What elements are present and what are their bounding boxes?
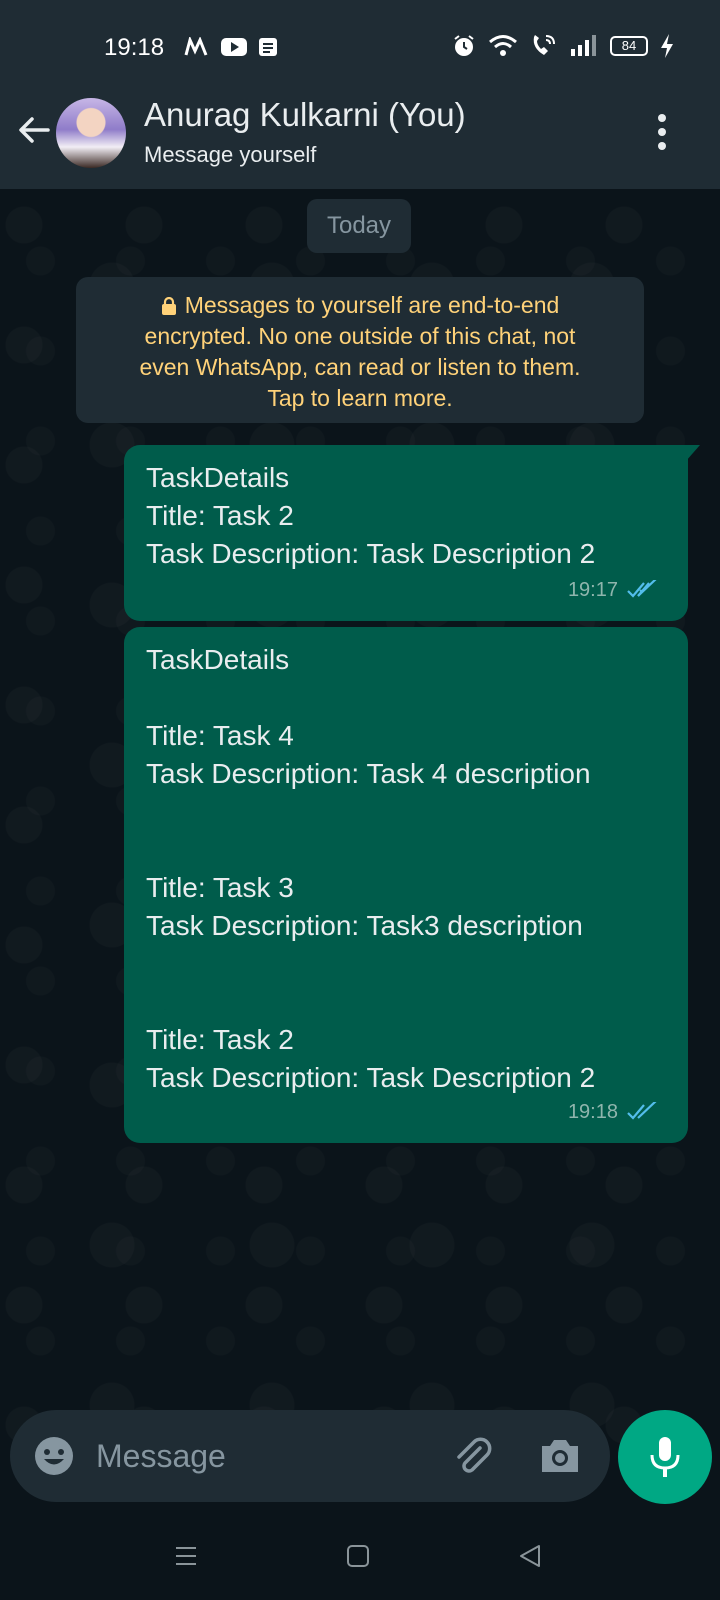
charging-icon [661, 34, 673, 58]
more-options-button[interactable] [650, 112, 674, 152]
message-line: Task Description: Task Description 2 [146, 1062, 596, 1093]
avatar[interactable] [56, 98, 126, 168]
system-nav-bar [0, 1512, 720, 1600]
nav-recents-button[interactable] [174, 1544, 198, 1568]
wifi-icon [489, 35, 517, 56]
alarm-icon [454, 35, 474, 56]
microphone-icon [650, 1437, 680, 1477]
triangle-back-icon [520, 1545, 540, 1567]
camera-button[interactable] [538, 1436, 582, 1476]
double-check-read-icon [627, 1102, 657, 1120]
encryption-notice-line: even WhatsApp, can read or listen to the… [139, 354, 581, 380]
message-line: Title: Task 2 [146, 1024, 294, 1055]
arrow-left-icon [19, 117, 50, 143]
message-meta: 19:17 [568, 571, 658, 609]
message-line: Task Description: Task Description 2 [146, 538, 596, 569]
voice-message-button[interactable] [618, 1410, 712, 1504]
message-line: Title: Task 4 [146, 720, 294, 751]
message-composer [10, 1410, 610, 1502]
back-button[interactable] [14, 110, 54, 150]
youtube-icon [221, 38, 247, 56]
message-input[interactable] [96, 1432, 416, 1480]
notes-icon [259, 38, 277, 56]
signal-icon [571, 35, 596, 56]
encryption-notice-line: Tap to learn more. [267, 385, 453, 411]
wifi-call-icon [533, 35, 555, 55]
encryption-notice-line: encrypted. No one outside of this chat, … [144, 323, 576, 349]
battery-icon: 84 [610, 36, 648, 56]
outgoing-message[interactable]: TaskDetails Title: Task 4 Task Descripti… [124, 627, 688, 1143]
message-line: Task Description: Task 4 description [146, 758, 591, 789]
message-line: TaskDetails [146, 462, 290, 493]
bubble-tail [686, 445, 700, 461]
paperclip-icon [457, 1437, 492, 1473]
menu-icon [176, 1547, 196, 1565]
outgoing-message[interactable]: TaskDetails Title: Task 2 Task Descripti… [124, 445, 688, 621]
lock-icon [161, 297, 176, 315]
message-line: TaskDetails [146, 644, 290, 675]
more-vertical-icon [658, 114, 666, 150]
attach-button[interactable] [450, 1434, 494, 1478]
message-meta: 19:18 [568, 1093, 658, 1131]
nav-home-button[interactable] [346, 1544, 370, 1568]
myntra-icon [184, 37, 208, 56]
contact-subtitle[interactable]: Message yourself [144, 142, 316, 168]
status-time: 19:18 [104, 34, 165, 61]
message-time: 19:17 [567, 579, 618, 601]
square-icon [347, 1545, 369, 1567]
double-check-read-icon [627, 580, 657, 598]
emoji-icon [35, 1437, 73, 1475]
camera-icon [542, 1440, 578, 1472]
message-line: Task Description: Task3 description [146, 910, 583, 941]
encryption-notice-line: Messages to yourself are end-to-end [184, 292, 560, 318]
emoji-button[interactable] [32, 1434, 76, 1478]
message-line: Title: Task 2 [146, 500, 294, 531]
contact-name[interactable]: Anurag Kulkarni (You) [144, 96, 466, 134]
message-line: Title: Task 3 [146, 872, 294, 903]
message-time: 19:18 [567, 1101, 618, 1123]
nav-back-button[interactable] [518, 1544, 542, 1568]
date-chip: Today [307, 199, 411, 253]
encryption-notice[interactable]: Messages to yourself are end-to-end encr… [76, 277, 644, 423]
